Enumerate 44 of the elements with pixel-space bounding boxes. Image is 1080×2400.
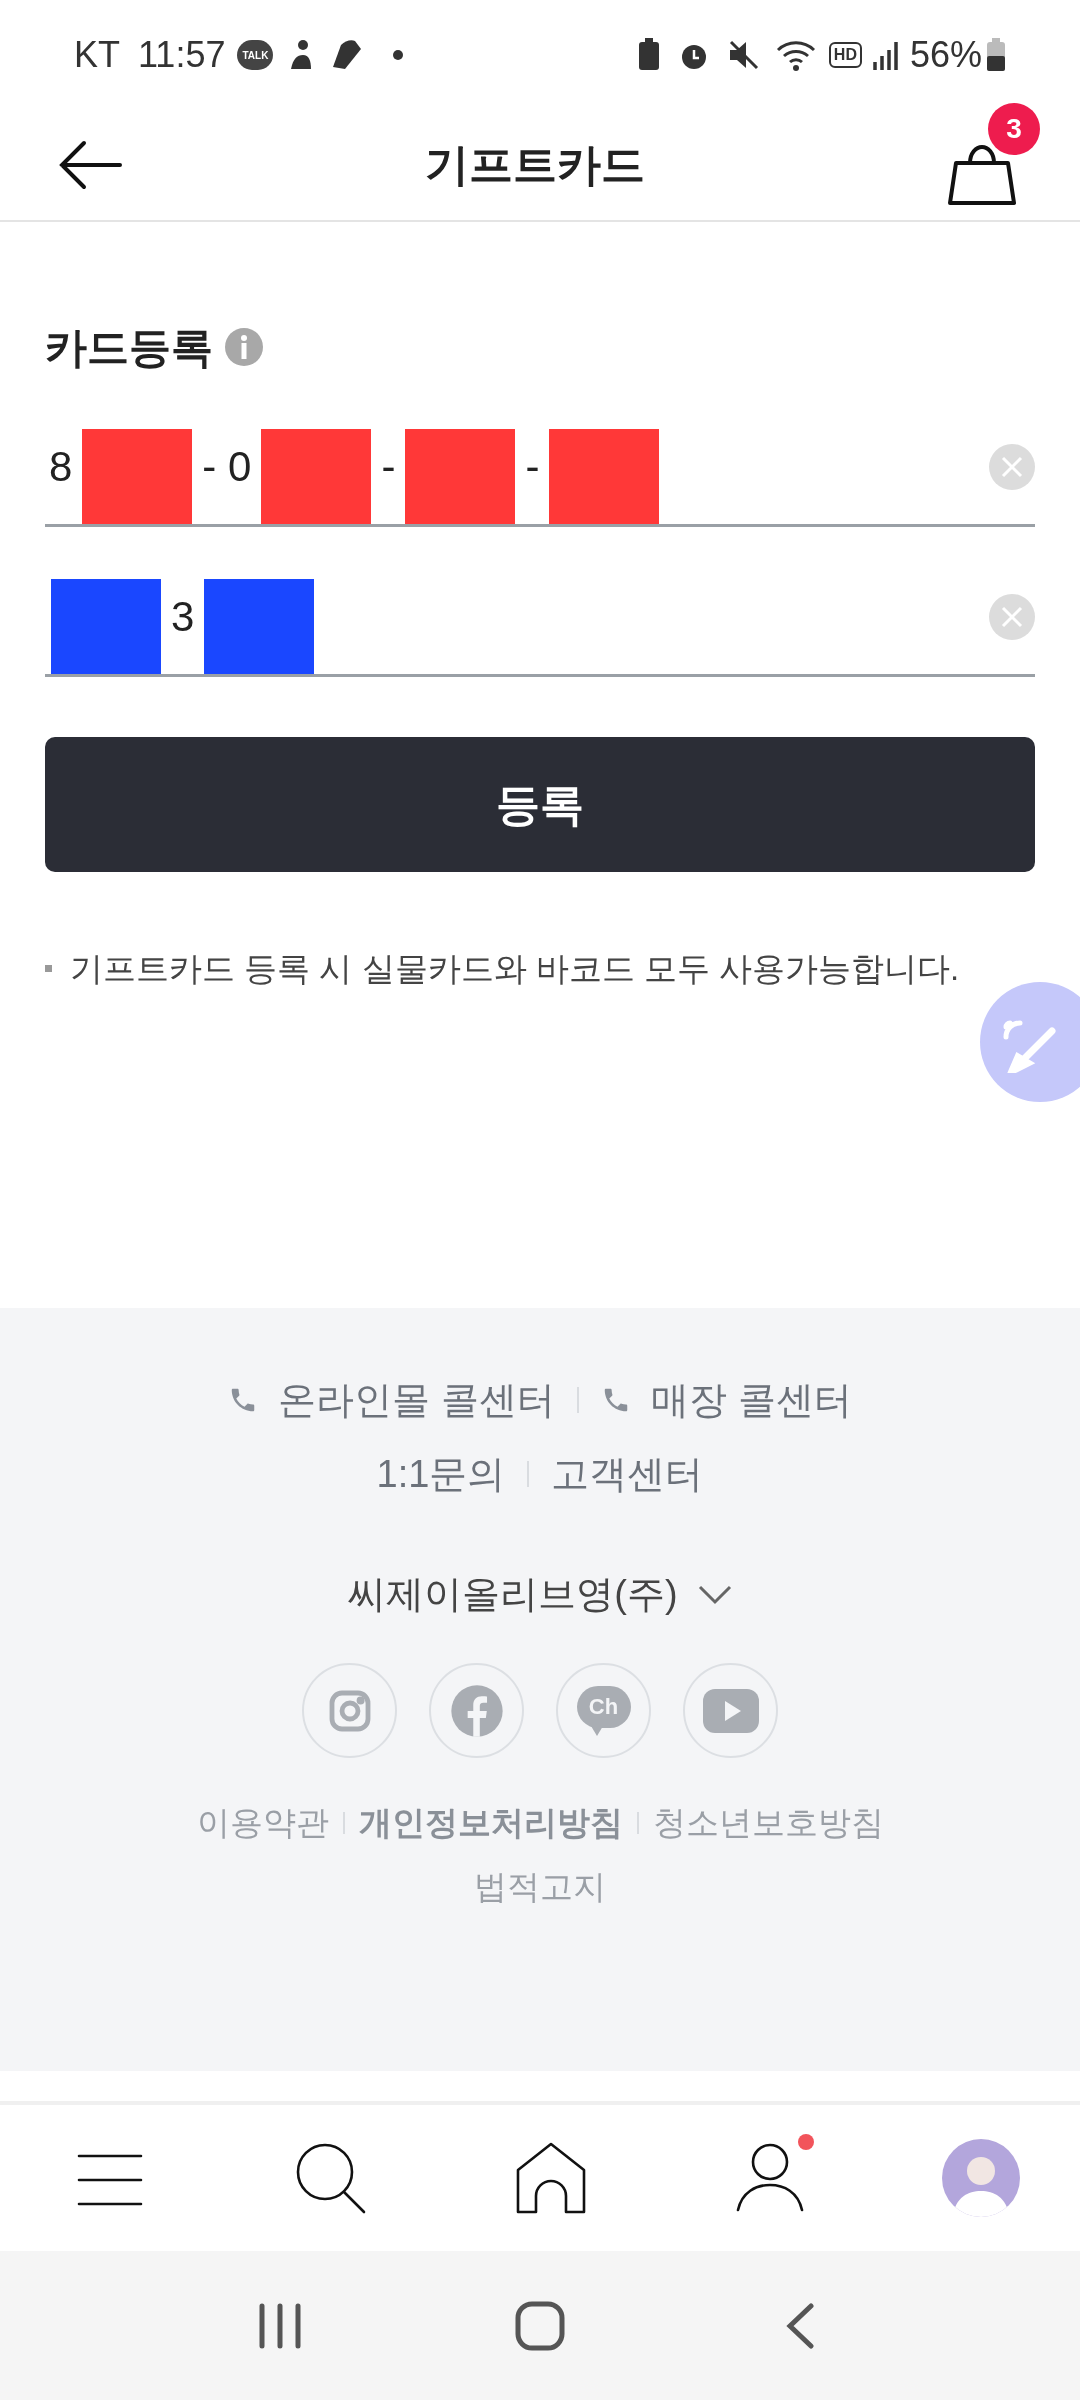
close-icon [1001,605,1023,628]
info-glyph-icon [240,335,248,359]
register-button[interactable]: 등록 [45,737,1035,872]
legal-notice-link[interactable]: 법적고지 [474,1861,606,1911]
field-value: - [381,442,396,492]
clock: 11:57 [138,33,226,77]
recent-apps-icon [258,2302,302,2349]
call-center-link[interactable]: 매장 콜센터 [651,1371,852,1429]
play-icon [702,1688,759,1733]
policy-link[interactable]: 개인정보처리방침 [358,1798,623,1848]
bullet-icon [45,965,52,973]
carrier: KT [74,33,120,77]
help-link[interactable]: 1:1문의 [376,1445,506,1503]
policy-link[interactable]: 청소년보호방침 [652,1798,884,1848]
wifi-icon [774,38,817,72]
shopping-bag-icon [948,145,1016,205]
search-icon [294,2142,367,2214]
close-icon [1001,455,1023,478]
page-title: 기프트카드 [424,139,646,191]
notice-text: 기프트카드 등록 시 실물카드와 바코드 모두 사용가능합니다. [70,949,960,989]
facebook-icon [448,1682,505,1739]
field-value: 8 [49,442,73,492]
battery-icon [986,38,1006,72]
section-title: 카드등록 [45,322,213,373]
field-value: - 0 [202,442,252,492]
chevron-down-icon [697,1584,732,1605]
card-number-field[interactable]: 8 - 0 - - [45,409,1035,527]
field-value: - [525,442,540,492]
card-number-field[interactable]: 3 [45,559,1035,677]
company-dropdown[interactable]: 씨제이올리브영(주) [348,1566,732,1623]
policy-link[interactable]: 이용약관 [196,1798,329,1848]
signal-icon [871,40,900,70]
battery-level: 56% [909,33,982,77]
field-value: 3 [171,592,195,642]
battery-saver-icon [636,38,661,72]
chat-icon: TALK [237,40,274,70]
home-icon [515,2300,565,2351]
call-center-link[interactable]: 온라인몰 콜센터 [278,1371,555,1429]
help-link[interactable]: 고객센터 [551,1445,704,1503]
cart-count-badge: 3 [988,103,1040,155]
back-icon [785,2302,815,2349]
hd-icon: HD [828,42,862,68]
back-arrow-icon [58,140,122,190]
home-icon [515,2142,587,2214]
